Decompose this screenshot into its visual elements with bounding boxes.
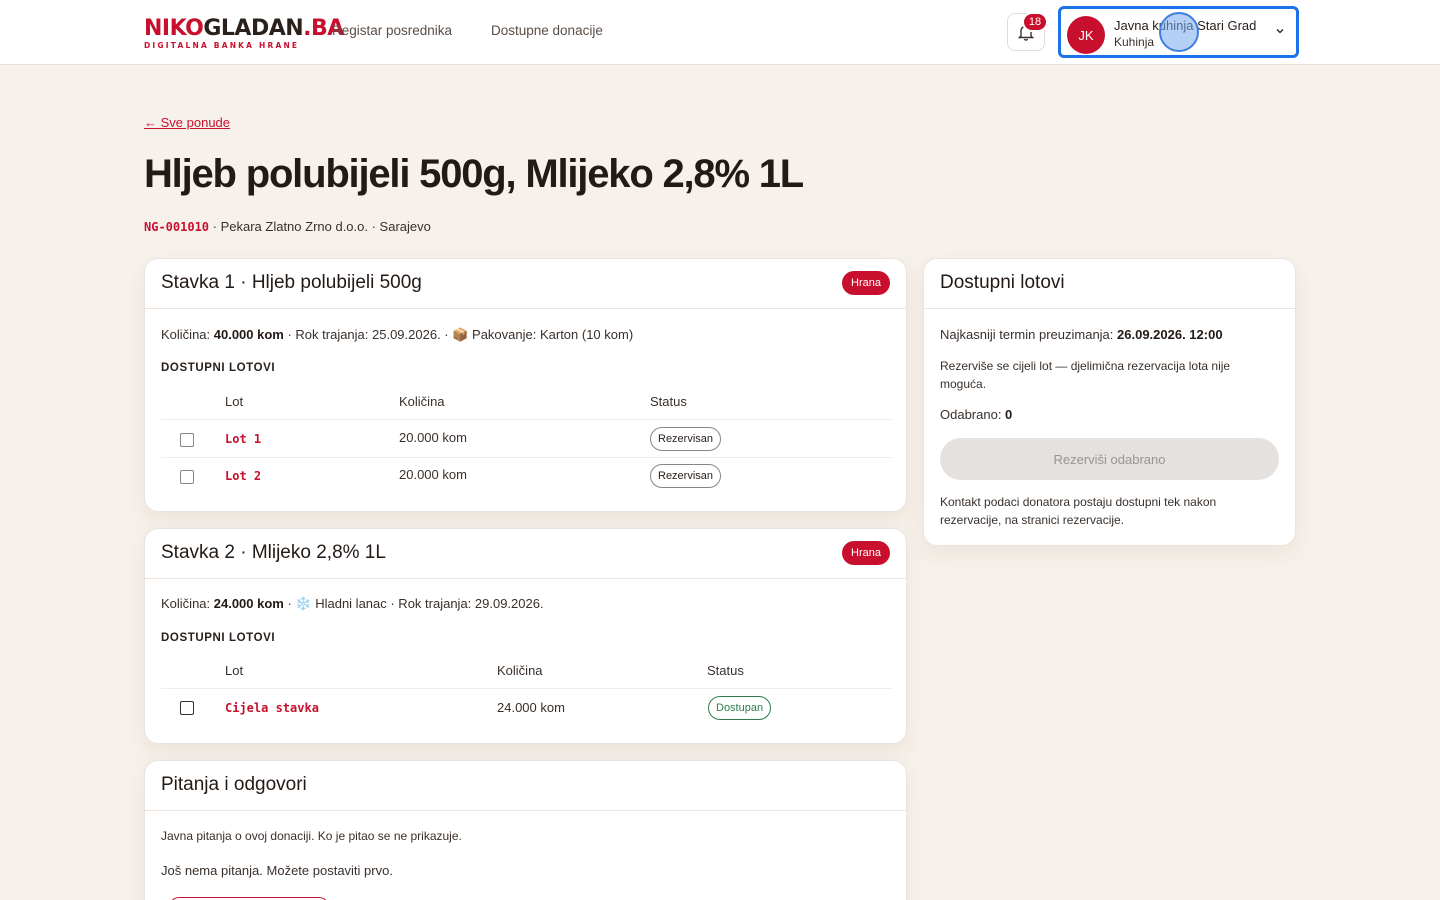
divider bbox=[161, 457, 892, 458]
user-role: Kuhinja bbox=[1114, 35, 1155, 49]
reservation-panel: Dostupni lotovi Najkasniji termin preuzi… bbox=[923, 258, 1296, 546]
item-title: Stavka 2 · Mlijeko 2,8% 1L bbox=[161, 542, 386, 563]
lot-checkbox[interactable] bbox=[180, 470, 194, 484]
lot-quantity: 20.000 kom bbox=[399, 430, 467, 445]
nav-link-donacije[interactable]: Dostupne donacije bbox=[491, 23, 603, 38]
selected-count-value: 0 bbox=[1005, 407, 1013, 422]
qa-card-header: Pitanja i odgovori bbox=[145, 761, 906, 811]
lot-checkbox[interactable] bbox=[180, 433, 194, 447]
status-badge: Dostupan bbox=[708, 696, 772, 720]
column-header-quantity: Količina bbox=[399, 394, 445, 409]
item-details: Količina: 40.000 kom · Rok trajanja: 25.… bbox=[161, 327, 634, 342]
item-title: Stavka 1 · Hljeb polubijeli 500g bbox=[161, 272, 422, 293]
lots-section-label: DOSTUPNI LOTOVI bbox=[161, 362, 276, 374]
logo-wordmark: NIKOGLADAN.BA bbox=[144, 16, 344, 41]
lots-section-label: DOSTUPNI LOTOVI bbox=[161, 632, 276, 644]
status-badge: Rezervisan bbox=[650, 464, 722, 488]
item-card-1: Stavka 1 · Hljeb polubijeli 500g Hrana K… bbox=[144, 258, 907, 512]
reservation-note: Rezerviše se cijeli lot — djelimična rez… bbox=[940, 359, 1231, 391]
panel-header: Dostupni lotovi bbox=[924, 259, 1295, 309]
item-quantity: 40.000 kom bbox=[213, 327, 284, 342]
lot-name: Cijela stavka bbox=[225, 701, 319, 715]
item-card-header: Stavka 2 · Mlijeko 2,8% 1L Hrana bbox=[145, 529, 906, 579]
donation-meta-text: · Pekara Zlatno Zrno d.o.o. · Sarajevo bbox=[209, 219, 431, 234]
avatar: JK bbox=[1067, 16, 1105, 54]
reserve-selected-button[interactable]: Rezerviši odabrano bbox=[940, 438, 1279, 480]
column-header-quantity: Količina bbox=[497, 663, 543, 678]
selected-count: Odabrano: 0 bbox=[940, 407, 1013, 422]
page-title: Hljeb polubijeli 500g, Mlijeko 2,8% 1L bbox=[144, 152, 804, 196]
qa-title: Pitanja i odgovori bbox=[161, 774, 307, 795]
nav-link-registar[interactable]: Registar posrednika bbox=[332, 23, 452, 38]
pickup-deadline: Najkasniji termin preuzimanja: 26.09.202… bbox=[940, 327, 1223, 342]
donation-meta: NG-001010 · Pekara Zlatno Zrno d.o.o. · … bbox=[144, 219, 431, 234]
donation-code: NG-001010 bbox=[144, 220, 210, 234]
divider bbox=[161, 688, 892, 689]
qa-card: Pitanja i odgovori Javna pitanja o ovoj … bbox=[144, 760, 907, 900]
lot-checkbox[interactable] bbox=[180, 701, 194, 715]
panel-title: Dostupni lotovi bbox=[940, 272, 1065, 293]
lot-name: Lot 2 bbox=[225, 469, 262, 483]
column-header-lot: Lot bbox=[225, 663, 244, 678]
lot-quantity: 20.000 kom bbox=[399, 467, 467, 482]
category-badge: Hrana bbox=[842, 541, 890, 565]
qa-intro: Javna pitanja o ovoj donaciji. Ko je pit… bbox=[161, 829, 462, 843]
item-card-header: Stavka 1 · Hljeb polubijeli 500g Hrana bbox=[145, 259, 906, 309]
item-details: Količina: 24.000 kom · ❄️ Hladni lanac ·… bbox=[161, 596, 544, 611]
column-header-status: Status bbox=[650, 394, 687, 409]
chevron-down-icon bbox=[1276, 28, 1284, 34]
lot-quantity: 24.000 kom bbox=[497, 700, 565, 715]
top-bar: NIKOGLADAN.BA DIGITALNA BANKA HRANE Regi… bbox=[0, 0, 1440, 65]
column-header-status: Status bbox=[707, 663, 744, 678]
logo[interactable]: NIKOGLADAN.BA DIGITALNA BANKA HRANE bbox=[144, 16, 344, 51]
logo-tagline: DIGITALNA BANKA HRANE bbox=[144, 41, 300, 50]
qa-empty-state: Još nema pitanja. Možete postaviti prvo. bbox=[161, 863, 393, 878]
back-to-offers-link[interactable]: ← Sve ponude bbox=[144, 115, 230, 130]
column-header-lot: Lot bbox=[225, 394, 244, 409]
lot-name: Lot 1 bbox=[225, 432, 262, 446]
cursor-indicator bbox=[1159, 12, 1199, 52]
contact-note: Kontakt podaci donatora postaju dostupni… bbox=[940, 495, 1217, 527]
category-badge: Hrana bbox=[842, 271, 890, 295]
status-badge: Rezervisan bbox=[650, 427, 722, 451]
notification-count-badge: 18 bbox=[1022, 12, 1048, 32]
item-card-2: Stavka 2 · Mlijeko 2,8% 1L Hrana Količin… bbox=[144, 528, 907, 744]
pickup-deadline-value: 26.09.2026. 12:00 bbox=[1117, 327, 1223, 342]
divider bbox=[161, 419, 892, 420]
item-quantity: 24.000 kom bbox=[213, 596, 284, 611]
